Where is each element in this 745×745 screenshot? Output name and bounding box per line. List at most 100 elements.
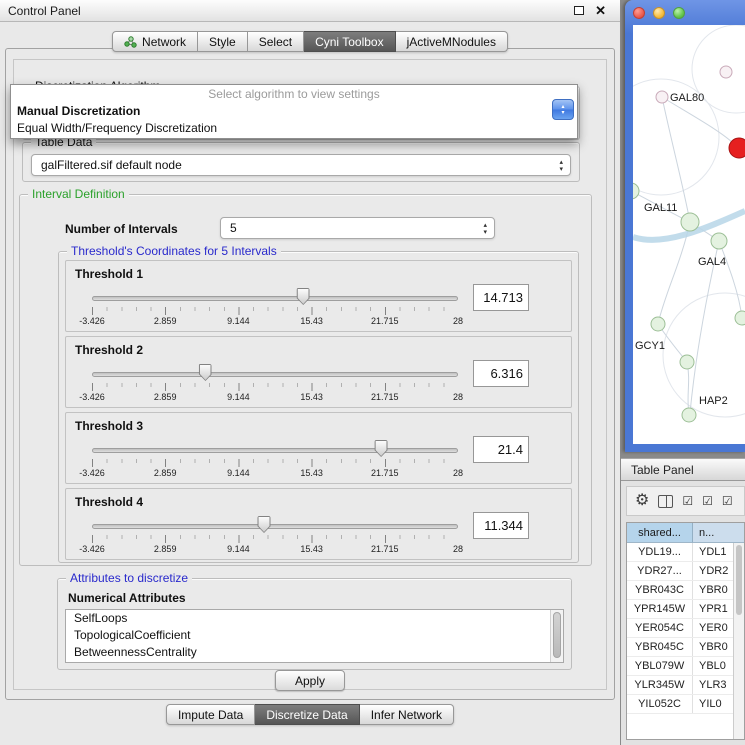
table-cell[interactable]: YBR045C [627,638,693,656]
threshold-value-field[interactable]: 21.4 [473,436,529,463]
slider-thumb[interactable] [375,440,388,457]
tab-infer-network[interactable]: Infer Network [360,704,454,725]
numerical-attributes-list[interactable]: SelfLoopsTopologicalCoefficientBetweenne… [65,609,564,663]
num-intervals-combobox[interactable]: 5 ▴▾ [220,217,495,239]
scale-label: -3.426 [79,316,105,326]
slider-thumb[interactable] [258,516,271,533]
threshold-value-field[interactable]: 14.713 [473,284,529,311]
table-row[interactable]: YLR345WYLR3 [627,676,744,695]
network-node[interactable] [656,91,668,103]
columns-icon[interactable] [658,495,673,508]
thresholds-container: Threshold 1 -3.4262.8599.14415.4321.7152… [59,252,578,562]
table-row[interactable]: YER054CYER0 [627,619,744,638]
table-row[interactable]: YPR145WYPR1 [627,600,744,619]
dropdown-option[interactable]: Equal Width/Frequency Discretization [11,119,577,136]
node-label: HAP2 [699,395,728,407]
attributes-scrollbar[interactable] [550,610,563,662]
scrollbar-thumb[interactable] [736,545,742,615]
table-cell[interactable]: YBR043C [627,581,693,599]
bottom-tabs: Impute DataDiscretize DataInfer Network [166,704,454,725]
table-cell[interactable]: YPR145W [627,600,693,618]
network-node[interactable] [729,138,745,158]
table-cell[interactable]: YIL052C [627,695,693,713]
threshold-slider[interactable]: -3.4262.8599.14415.4321.71528 [92,439,458,481]
table-row[interactable]: YBL079WYBL0 [627,657,744,676]
table-scrollbar[interactable] [733,543,744,739]
slider-track[interactable] [92,296,458,301]
scale-label: 9.144 [227,316,250,326]
slider-scale-labels: -3.4262.8599.14415.4321.71528 [92,544,458,556]
threshold-label: Threshold 4 [75,495,143,509]
scale-label: 21.715 [371,392,399,402]
network-node[interactable] [720,66,732,78]
tab-jactivemnodules[interactable]: jActiveMNodules [396,31,508,52]
slider-track[interactable] [92,372,458,377]
network-node[interactable] [651,317,665,331]
scale-label: 15.43 [300,468,323,478]
threshold-slider[interactable]: -3.4262.8599.14415.4321.71528 [92,287,458,329]
dropdown-placeholder-option[interactable]: Select algorithm to view settings [11,85,577,102]
scale-label: 15.43 [300,316,323,326]
column-header-shared-name[interactable]: shared... [627,523,693,543]
network-node[interactable] [680,355,694,369]
network-node[interactable] [735,311,745,325]
table-row[interactable]: YDR27...YDR2 [627,562,744,581]
table-row[interactable]: YDL19...YDL1 [627,543,744,562]
network-graph: GAL80GAL11GAL4GCY1HAP2 [633,25,745,444]
apply-button[interactable]: Apply [275,670,345,691]
slider-track[interactable] [92,524,458,529]
table-cell[interactable]: YLR345W [627,676,693,694]
threshold-value-field[interactable]: 6.316 [473,360,529,387]
network-node[interactable] [681,213,699,231]
tab-impute-data[interactable]: Impute Data [166,704,255,725]
zoom-traffic-light-icon[interactable] [673,7,685,19]
network-node[interactable] [711,233,727,249]
checkbox-icon[interactable]: ☑ [702,495,713,507]
table-panel-header[interactable]: Table Panel [621,458,745,481]
tab-select[interactable]: Select [248,31,304,52]
table-cell[interactable]: YBL079W [627,657,693,675]
table-cell[interactable]: YER054C [627,619,693,637]
tab-style[interactable]: Style [198,31,248,52]
threshold-slider[interactable]: -3.4262.8599.14415.4321.71528 [92,363,458,405]
attribute-list-item[interactable]: BetweennessCentrality [66,644,563,661]
network-node[interactable] [633,183,639,199]
scale-label: 15.43 [300,544,323,554]
scrollbar-thumb[interactable] [553,612,561,658]
threshold-slider[interactable]: -3.4262.8599.14415.4321.71528 [92,515,458,557]
tab-discretize-data[interactable]: Discretize Data [255,704,359,725]
close-traffic-light-icon[interactable] [633,7,645,19]
close-icon[interactable]: ✕ [595,4,606,17]
checkbox-icon[interactable]: ☑ [682,495,693,507]
minimize-traffic-light-icon[interactable] [653,7,665,19]
table-panel-title: Table Panel [631,463,694,477]
tab-network[interactable]: Network [112,31,198,52]
scale-label: 9.144 [227,468,250,478]
float-window-icon[interactable] [574,6,584,15]
slider-track[interactable] [92,448,458,453]
network-view-window[interactable]: GAL80GAL11GAL4GCY1HAP2 [625,0,745,452]
network-canvas[interactable]: GAL80GAL11GAL4GCY1HAP2 [633,25,745,444]
slider-thumb[interactable] [297,288,310,305]
table-cell[interactable]: YDL19... [627,543,693,561]
tab-label: Cyni Toolbox [315,35,383,49]
column-header-name[interactable]: n... [693,523,744,543]
algorithm-combobox-button[interactable]: ▴▾ [552,99,574,120]
attribute-list-item[interactable]: SelfLoops [66,610,563,627]
network-node[interactable] [682,408,696,422]
checkbox-icon[interactable]: ☑ [722,495,733,507]
gear-icon[interactable]: ⚙ [635,493,649,509]
control-panel-titlebar[interactable]: Control Panel ✕ [0,0,620,22]
table-cell[interactable]: YDR27... [627,562,693,580]
node-label: GAL11 [644,202,677,214]
table-row[interactable]: YBR043CYBR0 [627,581,744,600]
tab-cyni-toolbox[interactable]: Cyni Toolbox [304,31,395,52]
slider-thumb[interactable] [199,364,212,381]
table-data-combobox[interactable]: galFiltered.sif default node ▴▾ [31,154,571,176]
table-row[interactable]: YBR045CYBR0 [627,638,744,657]
table-row[interactable]: YIL052CYIL0 [627,695,744,714]
dropdown-option[interactable]: Manual Discretization [11,102,577,119]
scale-label: 2.859 [154,544,177,554]
attribute-list-item[interactable]: TopologicalCoefficient [66,627,563,644]
threshold-value-field[interactable]: 11.344 [473,512,529,539]
